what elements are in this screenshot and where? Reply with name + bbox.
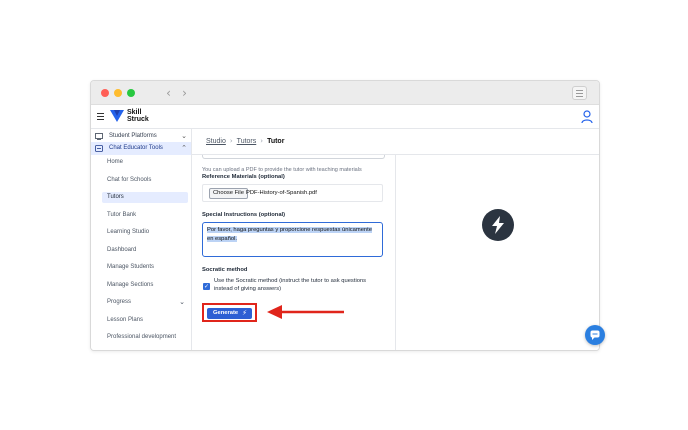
breadcrumb-separator: › xyxy=(260,137,264,145)
sidebar-item-manage-students[interactable]: Manage Students xyxy=(102,262,188,273)
chat-tools-icon xyxy=(95,145,103,152)
lightning-icon xyxy=(492,216,504,234)
sidebar-item-lesson-plans[interactable]: Lesson Plans xyxy=(102,315,188,326)
sidebar-item-label: Progress xyxy=(107,299,132,305)
generate-button[interactable]: Generate ⚡ xyxy=(207,308,252,319)
sidebar-section-label: Chat Educator Tools xyxy=(109,145,163,151)
reference-materials-label: Reference Materials (optional) xyxy=(202,174,285,180)
sidebar-menu-icon[interactable] xyxy=(572,86,587,100)
breadcrumb-current: Tutor xyxy=(267,138,285,145)
tutor-form: You can upload a PDF to provide the tuto… xyxy=(202,155,385,350)
socratic-checkbox[interactable]: ✓ xyxy=(203,283,210,290)
chevron-up-icon: ⌃ xyxy=(181,144,187,152)
chat-support-button[interactable] xyxy=(585,325,605,345)
brand-line-1: Skill xyxy=(127,109,142,116)
brand-name[interactable]: Skill Struck xyxy=(127,109,149,123)
sidebar-item-professional-development[interactable]: Professional development xyxy=(102,332,188,343)
sidebar-item-tutor-bank[interactable]: Tutor Bank xyxy=(102,210,188,221)
chevron-down-icon: ⌄ xyxy=(179,298,185,306)
sidebar-item-home[interactable]: Home xyxy=(102,157,188,168)
special-instructions-textarea[interactable]: Por favor, haga preguntas y proporcione … xyxy=(202,222,383,257)
sidebar-section-chat-educator-tools[interactable]: Chat Educator Tools ⌃ xyxy=(91,142,191,155)
browser-window: ‹ › Skill Struck Student Platforms ⌄ Cha… xyxy=(90,80,600,351)
tutor-preview-avatar xyxy=(482,209,514,241)
breadcrumb-tutors[interactable]: Tutors xyxy=(237,138,257,145)
app-header: Skill Struck xyxy=(91,105,599,129)
sidebar-item-dashboard[interactable]: Dashboard xyxy=(102,245,188,256)
instructions-text: Por favor, haga preguntas y proporcione … xyxy=(207,227,372,242)
chat-bubble-icon xyxy=(590,330,600,340)
previous-field-edge xyxy=(202,155,385,159)
sidebar-item-learning-studio[interactable]: Learning Studio xyxy=(102,227,188,238)
socratic-checkbox-label[interactable]: Use the Socratic method (instruct the tu… xyxy=(214,277,379,293)
minimize-window-button[interactable] xyxy=(114,89,122,97)
sidebar-item-chat-for-schools[interactable]: Chat for Schools xyxy=(102,175,188,186)
sidebar-item-progress[interactable]: Progress ⌄ xyxy=(102,297,188,308)
special-instructions-label: Special Instructions (optional) xyxy=(202,212,286,218)
panel-divider xyxy=(395,154,396,350)
close-window-button[interactable] xyxy=(101,89,109,97)
annotation-arrow-icon xyxy=(267,305,344,319)
sidebar-item-tutors[interactable]: Tutors xyxy=(102,192,188,203)
title-bar: ‹ › xyxy=(91,81,599,105)
upload-hint: You can upload a PDF to provide the tuto… xyxy=(202,167,362,173)
generate-button-label: Generate xyxy=(213,310,239,316)
choose-file-button[interactable]: Choose File xyxy=(209,188,248,199)
maximize-window-button[interactable] xyxy=(127,89,135,97)
brand-line-2: Struck xyxy=(127,116,149,123)
breadcrumb-separator: › xyxy=(229,137,233,145)
monitor-icon xyxy=(95,133,103,140)
socratic-method-label: Socratic method xyxy=(202,267,248,273)
lightning-icon: ⚡ xyxy=(242,309,247,317)
sidebar-item-manage-sections[interactable]: Manage Sections xyxy=(102,280,188,291)
user-icon[interactable] xyxy=(581,110,593,124)
sidebar: Student Platforms ⌄ Chat Educator Tools … xyxy=(91,129,192,350)
selected-file-name: PDF-History-of-Spanish.pdf xyxy=(246,190,317,196)
skillstruck-logo[interactable] xyxy=(110,109,124,123)
forward-icon[interactable]: › xyxy=(177,86,192,100)
hamburger-icon[interactable] xyxy=(97,113,104,120)
breadcrumb-studio[interactable]: Studio xyxy=(206,138,226,145)
breadcrumb: Studio › Tutors › Tutor xyxy=(206,137,284,146)
file-upload-field: Choose File PDF-History-of-Spanish.pdf xyxy=(202,184,383,202)
main-content: Studio › Tutors › Tutor You can upload a PDF… xyxy=(192,129,599,350)
back-icon[interactable]: ‹ xyxy=(161,86,176,100)
